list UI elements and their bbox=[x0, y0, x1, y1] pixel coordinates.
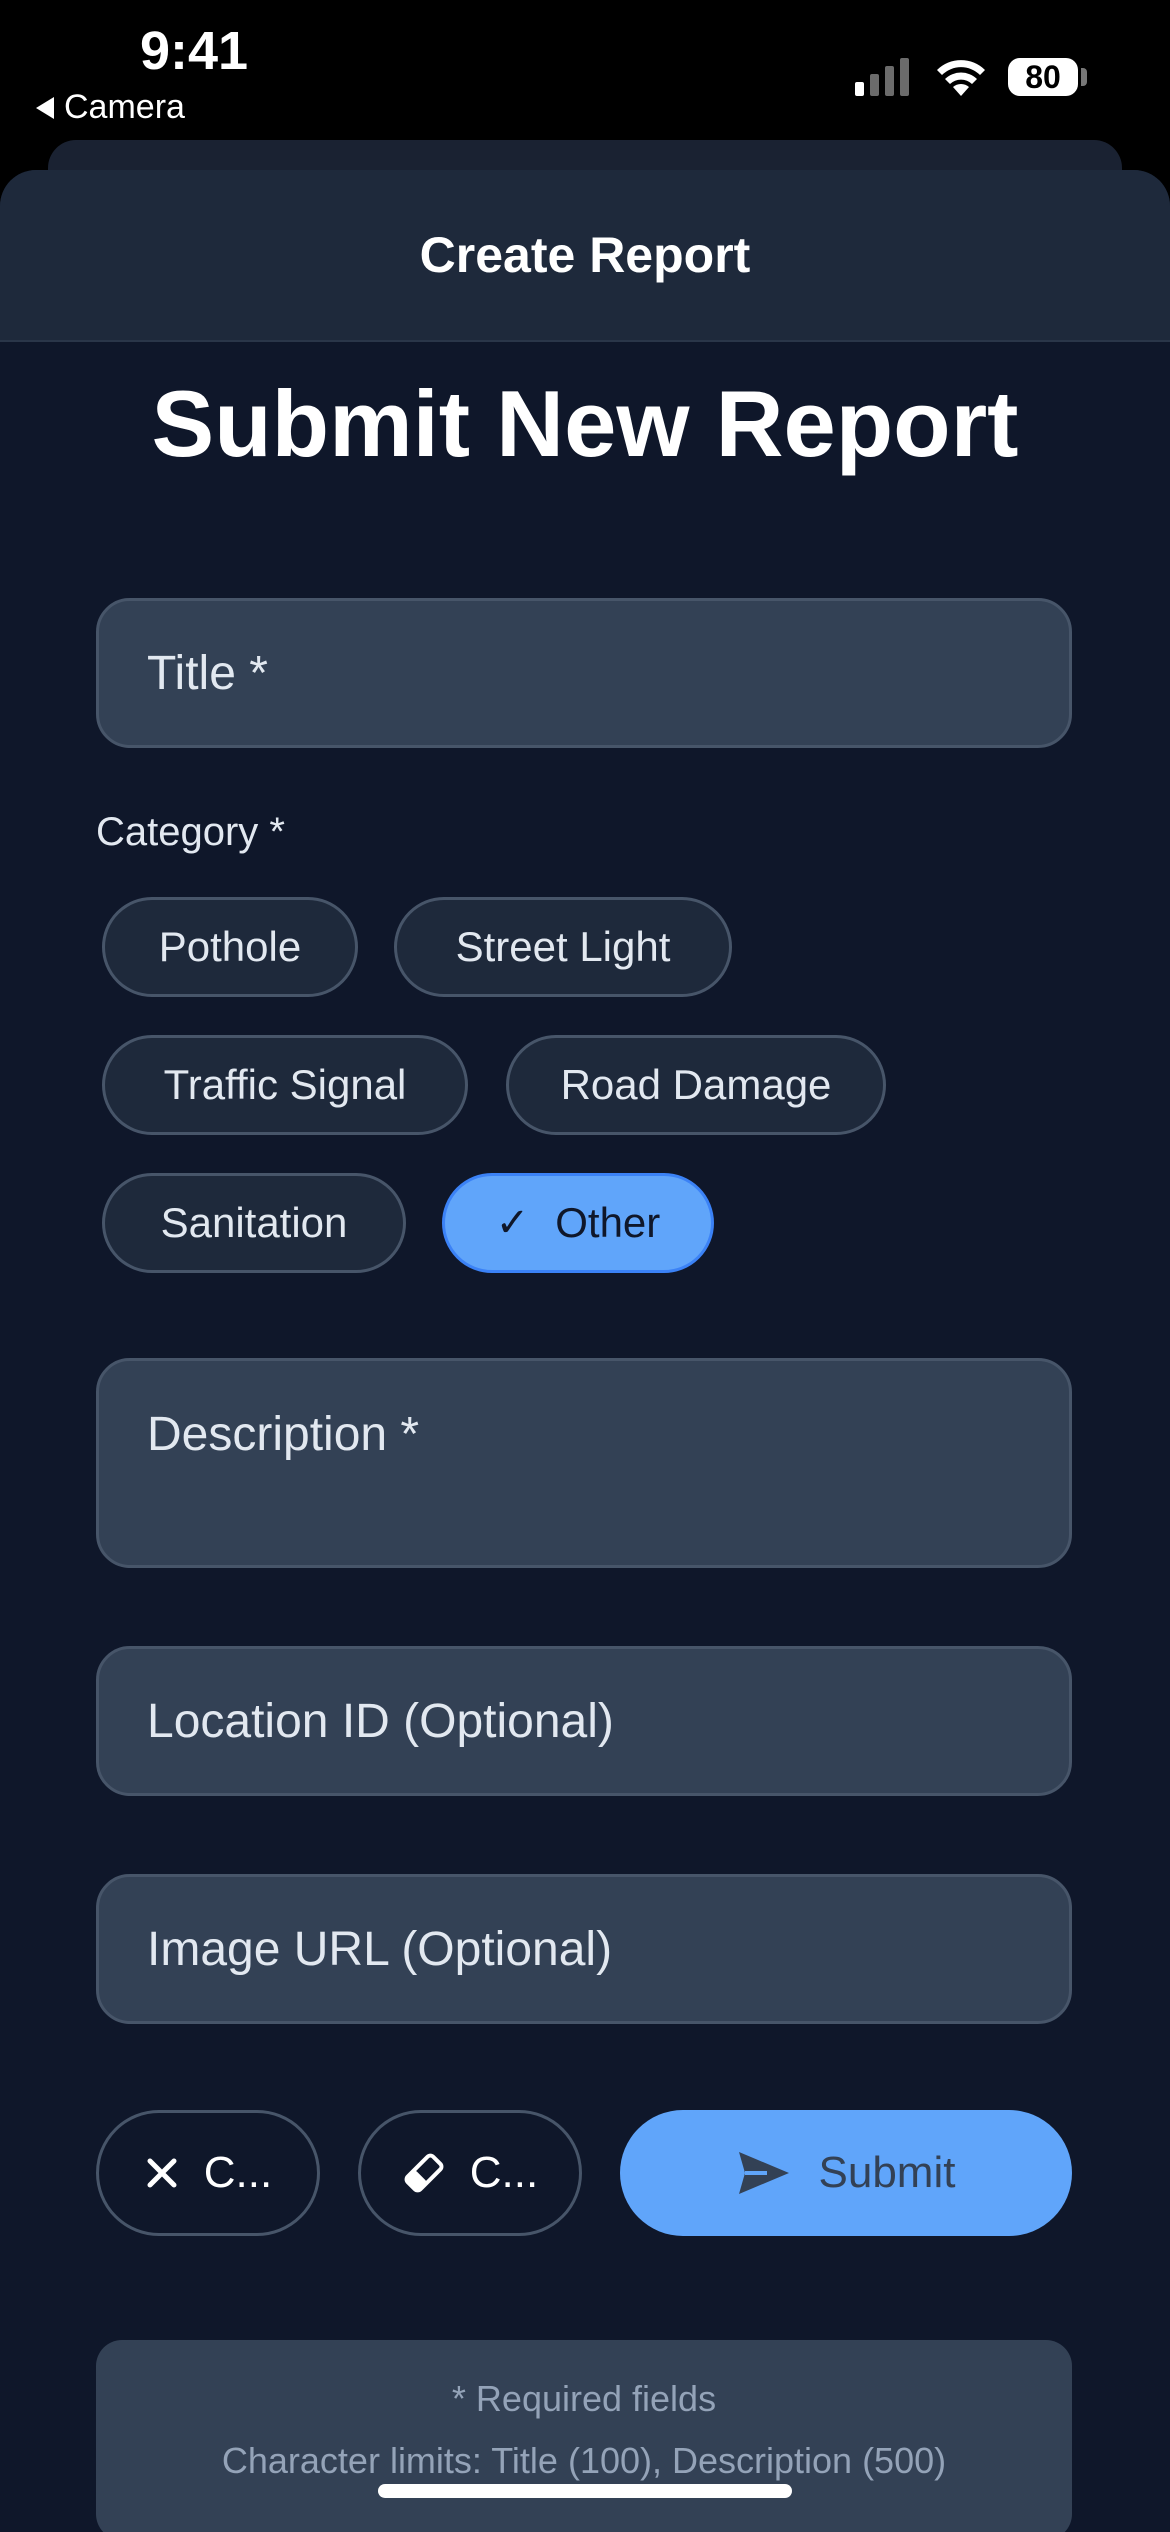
chip-label: Street Light bbox=[455, 923, 671, 970]
chip-label: Pothole bbox=[158, 923, 302, 970]
category-chip-other[interactable]: ✓ Other bbox=[442, 1173, 714, 1273]
image-url-field[interactable]: Image URL (Optional) bbox=[96, 1874, 1072, 2024]
sheet-header: Create Report bbox=[0, 170, 1170, 342]
title-field[interactable]: Title * bbox=[96, 598, 1072, 748]
close-icon bbox=[147, 2158, 177, 2188]
title-placeholder: Title * bbox=[147, 646, 268, 700]
image-url-placeholder: Image URL (Optional) bbox=[147, 1922, 613, 1976]
home-indicator[interactable] bbox=[378, 2484, 792, 2498]
category-chip-pothole[interactable]: Pothole bbox=[102, 897, 358, 997]
submit-button[interactable]: Submit bbox=[620, 2110, 1072, 2236]
status-bar: 9:41 Camera 80 bbox=[0, 0, 1170, 150]
report-sheet: Create Report Submit New Report Title * … bbox=[0, 170, 1170, 2532]
cancel-label: C... bbox=[203, 2148, 273, 2197]
location-id-field[interactable]: Location ID (Optional) bbox=[96, 1646, 1072, 1796]
back-arrow-icon bbox=[36, 96, 54, 119]
chip-label: Other bbox=[555, 1199, 661, 1246]
clear-label: C... bbox=[469, 2148, 539, 2197]
back-to-camera-link[interactable]: Camera bbox=[36, 88, 185, 127]
battery-icon: 80 bbox=[1008, 58, 1078, 96]
send-icon bbox=[738, 2152, 789, 2194]
category-chip-road-damage[interactable]: Road Damage bbox=[506, 1035, 886, 1135]
location-placeholder: Location ID (Optional) bbox=[147, 1694, 614, 1748]
back-app-label: Camera bbox=[64, 88, 185, 126]
wifi-icon bbox=[937, 60, 985, 96]
category-chip-sanitation[interactable]: Sanitation bbox=[102, 1173, 406, 1273]
category-label: Category * bbox=[96, 810, 285, 854]
eraser-icon bbox=[404, 2153, 444, 2193]
category-chip-traffic-signal[interactable]: Traffic Signal bbox=[102, 1035, 468, 1135]
submit-label: Submit bbox=[818, 2148, 956, 2197]
chip-label: Sanitation bbox=[160, 1199, 348, 1246]
required-fields-note: * Required fields bbox=[451, 2378, 717, 2419]
chip-label: Road Damage bbox=[560, 1061, 832, 1108]
clear-button[interactable]: C... bbox=[358, 2110, 582, 2236]
status-time: 9:41 bbox=[140, 21, 249, 81]
description-placeholder: Description * bbox=[147, 1408, 420, 1461]
sheet-title: Create Report bbox=[419, 227, 751, 283]
battery-cap bbox=[1081, 68, 1087, 86]
cellular-signal-icon bbox=[855, 58, 909, 96]
category-chip-street-light[interactable]: Street Light bbox=[394, 897, 732, 997]
description-field[interactable]: Description * bbox=[96, 1358, 1072, 1568]
cancel-button[interactable]: C... bbox=[96, 2110, 320, 2236]
character-limits-note: Character limits: Title (100), Descripti… bbox=[221, 2440, 947, 2481]
form-info-box: * Required fields Character limits: Titl… bbox=[96, 2340, 1072, 2532]
chip-label: Traffic Signal bbox=[163, 1061, 407, 1108]
check-icon: ✓ bbox=[495, 1201, 530, 1245]
page-title: Submit New Report bbox=[151, 371, 1019, 476]
